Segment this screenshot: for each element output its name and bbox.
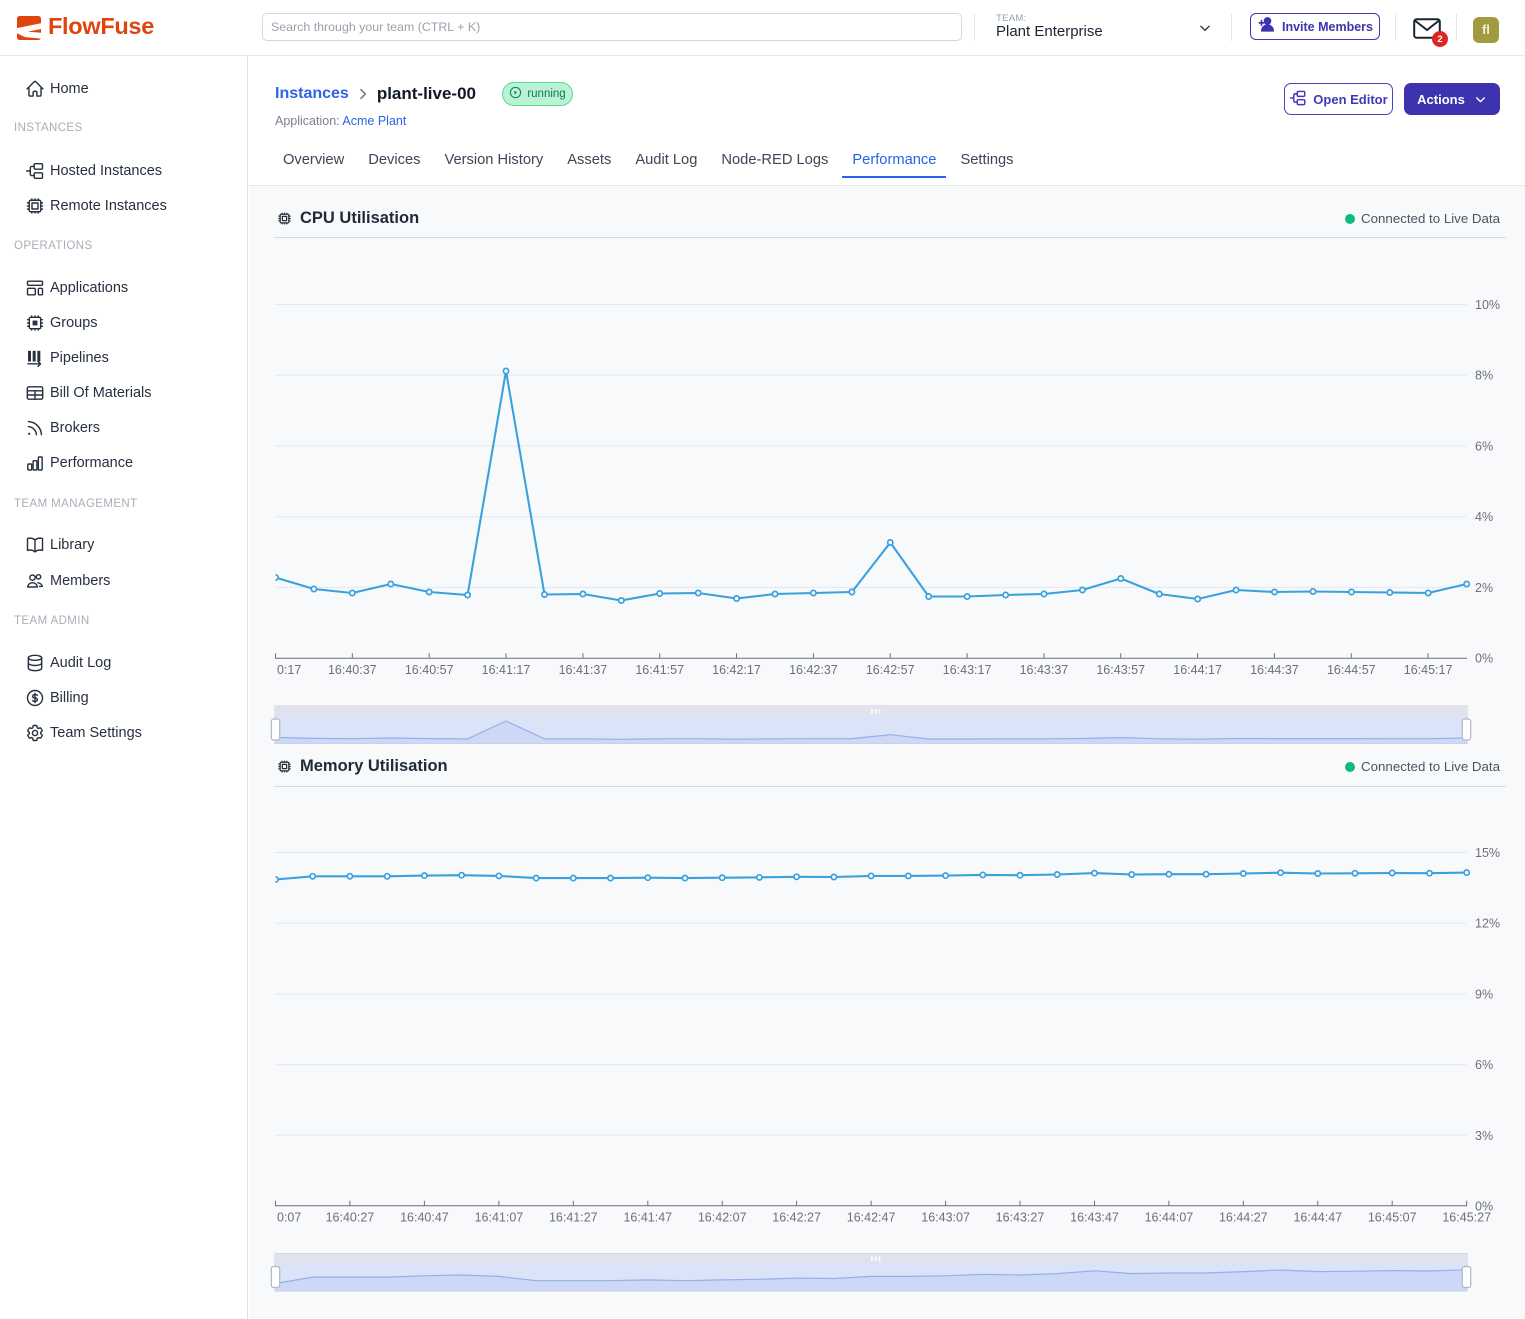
svg-text:16:40:57: 16:40:57	[405, 663, 454, 677]
svg-text:16:44:07: 16:44:07	[1145, 1211, 1194, 1225]
svg-text:16:41:17: 16:41:17	[482, 663, 531, 677]
svg-text:10%: 10%	[1475, 298, 1500, 312]
svg-text:16:44:27: 16:44:27	[1219, 1211, 1268, 1225]
svg-text:6%: 6%	[1475, 440, 1493, 454]
svg-text:12%: 12%	[1475, 917, 1500, 931]
svg-text:16:43:47: 16:43:47	[1070, 1211, 1119, 1225]
svg-text:16:42:57: 16:42:57	[866, 663, 915, 677]
svg-text:16:43:27: 16:43:27	[996, 1211, 1045, 1225]
svg-text:9%: 9%	[1475, 988, 1493, 1002]
svg-text:16:40:27: 16:40:27	[326, 1211, 375, 1225]
svg-text:3%: 3%	[1475, 1129, 1493, 1143]
svg-text:16:44:57: 16:44:57	[1327, 663, 1376, 677]
svg-text:16:42:37: 16:42:37	[789, 663, 838, 677]
svg-text:16:43:37: 16:43:37	[1020, 663, 1069, 677]
svg-text:16:42:47: 16:42:47	[847, 1211, 896, 1225]
svg-text:2%: 2%	[1475, 581, 1493, 595]
svg-text:16:42:07: 16:42:07	[698, 1211, 747, 1225]
svg-text:16:40:37: 16:40:37	[328, 663, 377, 677]
svg-text:16:45:07: 16:45:07	[1368, 1211, 1417, 1225]
svg-text:16:41:27: 16:41:27	[549, 1211, 598, 1225]
svg-text:16:41:07: 16:41:07	[475, 1211, 524, 1225]
svg-text:16:43:57: 16:43:57	[1096, 663, 1145, 677]
svg-text:6%: 6%	[1475, 1058, 1493, 1072]
svg-text:16:40:47: 16:40:47	[400, 1211, 449, 1225]
svg-text:16:44:47: 16:44:47	[1293, 1211, 1342, 1225]
svg-text:16:44:37: 16:44:37	[1250, 663, 1299, 677]
svg-text:16:43:17: 16:43:17	[943, 663, 992, 677]
svg-text:15%: 15%	[1475, 846, 1500, 860]
svg-text:16:42:17: 16:42:17	[712, 663, 761, 677]
svg-text:16:42:27: 16:42:27	[772, 1211, 821, 1225]
svg-text:0:07: 0:07	[277, 1211, 301, 1225]
svg-text:16:41:57: 16:41:57	[635, 663, 684, 677]
svg-text:16:44:17: 16:44:17	[1173, 663, 1222, 677]
svg-text:16:41:37: 16:41:37	[559, 663, 608, 677]
svg-text:16:45:17: 16:45:17	[1404, 663, 1453, 677]
svg-text:16:41:47: 16:41:47	[623, 1211, 672, 1225]
svg-text:8%: 8%	[1475, 369, 1493, 383]
svg-text:4%: 4%	[1475, 510, 1493, 524]
svg-text:0:17: 0:17	[277, 663, 301, 677]
svg-text:0%: 0%	[1475, 652, 1493, 666]
svg-text:16:45:27: 16:45:27	[1442, 1211, 1491, 1225]
svg-text:16:43:07: 16:43:07	[921, 1211, 970, 1225]
